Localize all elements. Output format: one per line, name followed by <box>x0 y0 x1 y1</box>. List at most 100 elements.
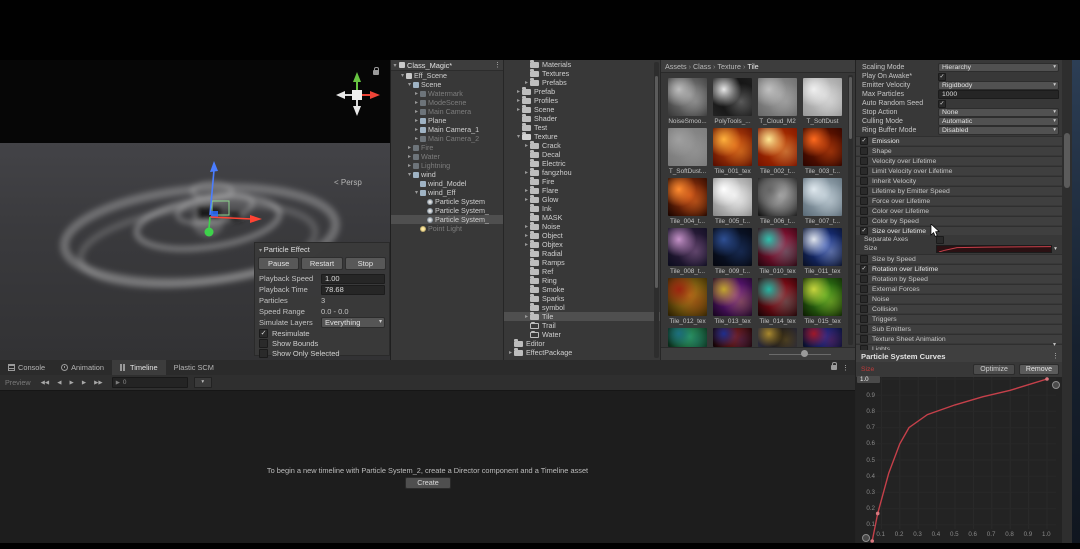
expand-arrow[interactable]: ▸ <box>515 88 522 95</box>
folder-item-object[interactable]: ▸Object <box>504 231 661 240</box>
texture-thumbnail-tile-003-t[interactable] <box>803 128 842 166</box>
project-scrollbar[interactable] <box>654 62 659 358</box>
resimulate-checkbox[interactable]: ✓ <box>259 329 268 338</box>
stop-button[interactable]: Stop <box>345 257 386 270</box>
expand-arrow[interactable]: ▸ <box>413 108 420 115</box>
module-checkbox[interactable] <box>860 295 868 303</box>
hierarchy-item-fire[interactable]: ▸Fire <box>391 143 504 152</box>
module-checkbox[interactable] <box>860 315 868 323</box>
module-limit-velocity-over-lifetime[interactable]: Limit Velocity over Lifetime <box>856 166 1063 175</box>
context-menu-icon[interactable]: ⋮ <box>494 61 501 69</box>
module-sub-emitters[interactable]: Sub Emitters <box>856 324 1063 333</box>
curve-preset-icon[interactable] <box>862 534 870 542</box>
expand-arrow[interactable]: ▾ <box>406 171 413 178</box>
hierarchy-item-point-light[interactable]: Point Light <box>391 224 504 233</box>
folder-item-noise[interactable]: ▸Noise <box>504 222 661 231</box>
expand-arrow[interactable]: ▸ <box>413 99 420 106</box>
curve-dropdown-arrow-icon[interactable]: ▾ <box>1052 246 1059 252</box>
folder-item-smoke[interactable]: Smoke <box>504 285 661 294</box>
show-only-selected-checkbox[interactable] <box>259 349 268 358</box>
texture-thumbnail-tile-008-t[interactable] <box>668 228 707 266</box>
breadcrumb-texture[interactable]: Texture <box>717 62 741 71</box>
module-size-by-speed[interactable]: Size by Speed <box>856 254 1063 263</box>
texture-thumbnail-tile-014-tex[interactable] <box>758 278 797 316</box>
expand-arrow[interactable]: ▸ <box>413 135 420 142</box>
module-external-forces[interactable]: External Forces <box>856 284 1063 293</box>
hierarchy-item-wind-model[interactable]: wind_Model <box>391 179 504 188</box>
size-curve-preview[interactable] <box>936 245 1052 253</box>
context-menu-icon[interactable]: ⋮ <box>842 364 849 372</box>
hierarchy-item-main-camera[interactable]: ▸Main Camera <box>391 107 504 116</box>
show-bounds-row[interactable]: Show Bounds <box>255 338 389 348</box>
expand-arrow[interactable]: ▸ <box>523 313 530 320</box>
texture-thumbnail-polytools[interactable] <box>713 78 752 116</box>
texture-thumbnail-tile-009-t[interactable] <box>713 228 752 266</box>
breadcrumb-class[interactable]: Class <box>693 62 711 71</box>
module-checkbox[interactable] <box>860 217 868 225</box>
folder-item-prefab[interactable]: ▸Prefab <box>504 87 661 96</box>
folder-item-sparks[interactable]: Sparks <box>504 294 661 303</box>
module-checkbox[interactable] <box>860 187 868 195</box>
frame-counter-field[interactable]: ▶ 0 <box>112 377 188 388</box>
texture-thumbnail-partial[interactable] <box>758 328 797 347</box>
folder-item-glow[interactable]: ▸Glow <box>504 195 661 204</box>
module-color-by-speed[interactable]: Color by Speed <box>856 216 1063 225</box>
module-checkbox[interactable] <box>860 207 868 215</box>
expand-arrow[interactable]: ▸ <box>507 349 514 356</box>
hierarchy-item-main-camera-2[interactable]: ▸Main Camera_2 <box>391 134 504 143</box>
context-menu-icon[interactable]: ⋮ <box>1052 352 1059 360</box>
skip-to-start-button[interactable]: ◀◀ <box>37 380 54 386</box>
folder-item-scene[interactable]: ▸Scene <box>504 105 661 114</box>
expand-arrow[interactable]: ▸ <box>515 106 522 113</box>
hierarchy-item-scene[interactable]: ▾Scene <box>391 80 504 89</box>
curve-legend-size[interactable]: Size <box>861 366 874 373</box>
show-only-selected-row[interactable]: Show Only Selected <box>255 348 389 358</box>
expand-arrow[interactable]: ▸ <box>523 241 530 248</box>
module-rotation-by-speed[interactable]: Rotation by Speed <box>856 274 1063 283</box>
texture-thumbnail-tile-012-tex[interactable] <box>668 278 707 316</box>
folder-item-effectpackage[interactable]: ▸EffectPackage <box>504 348 661 357</box>
expand-arrow[interactable]: ▸ <box>413 117 420 124</box>
folder-item-radial[interactable]: Radial <box>504 249 661 258</box>
folder-item-editor[interactable]: Editor <box>504 339 661 348</box>
texture-thumbnail-partial[interactable] <box>668 328 707 347</box>
hierarchy-item-particle-system[interactable]: Particle System_ <box>391 206 504 215</box>
module-velocity-over-lifetime[interactable]: Velocity over Lifetime <box>856 156 1063 165</box>
folder-item-shader[interactable]: Shader <box>504 114 661 123</box>
module-emission[interactable]: ✓Emission <box>856 136 1063 145</box>
expand-arrow[interactable]: ▸ <box>523 79 530 86</box>
module-texture-sheet-animation[interactable]: Texture Sheet Animation <box>856 334 1063 343</box>
hierarchy-item-plane[interactable]: ▸Plane <box>391 116 504 125</box>
scroll-down-arrow-icon[interactable]: ▾ <box>1053 341 1056 348</box>
scrollbar-thumb[interactable] <box>1064 133 1070 188</box>
hierarchy-item-watermark[interactable]: ▸Watermark <box>391 89 504 98</box>
resimulate-row[interactable]: ✓Resimulate <box>255 328 389 338</box>
folder-item-profiles[interactable]: ▸Profiles <box>504 96 661 105</box>
hierarchy-item-wind-eff[interactable]: ▾wind_Eff <box>391 188 504 197</box>
inspector-scrollbar[interactable] <box>1062 60 1072 543</box>
texture-thumbnail-tile-002-t[interactable] <box>758 128 797 166</box>
scaling-mode-dropdown[interactable]: Hierarchy <box>938 63 1059 72</box>
scrollbar-thumb[interactable] <box>849 77 852 139</box>
expand-arrow[interactable]: ▾ <box>413 189 420 196</box>
expand-arrow[interactable]: ▸ <box>413 90 420 97</box>
hierarchy-item-lightning[interactable]: ▸Lightning <box>391 161 504 170</box>
play-on-awake-checkbox[interactable]: ✓ <box>938 73 946 81</box>
module-color-over-lifetime[interactable]: Color over Lifetime <box>856 206 1063 215</box>
thumbnail-size-slider-track[interactable] <box>769 354 831 355</box>
expand-arrow[interactable]: ▸ <box>523 223 530 230</box>
scrollbar-thumb[interactable] <box>655 76 658 288</box>
hierarchy-item-eff-scene[interactable]: ▾Eff_Scene <box>391 71 504 80</box>
folder-item-trail[interactable]: Trail <box>504 321 661 330</box>
module-triggers[interactable]: Triggers <box>856 314 1063 323</box>
scene-orientation-gizmo[interactable] <box>330 68 386 120</box>
module-checkbox[interactable]: ✓ <box>860 227 868 235</box>
folder-item-flare[interactable]: ▸Flare <box>504 186 661 195</box>
particle-effect-panel-title[interactable]: ▾ Particle Effect <box>255 243 389 256</box>
module-checkbox[interactable] <box>860 197 868 205</box>
persp-label[interactable]: < Persp <box>334 178 362 187</box>
texture-thumbnail-partial[interactable] <box>803 328 842 347</box>
texture-thumbnail-partial[interactable] <box>713 328 752 347</box>
module-checkbox[interactable] <box>860 325 868 333</box>
thumbnail-size-slider-knob[interactable] <box>801 350 808 357</box>
